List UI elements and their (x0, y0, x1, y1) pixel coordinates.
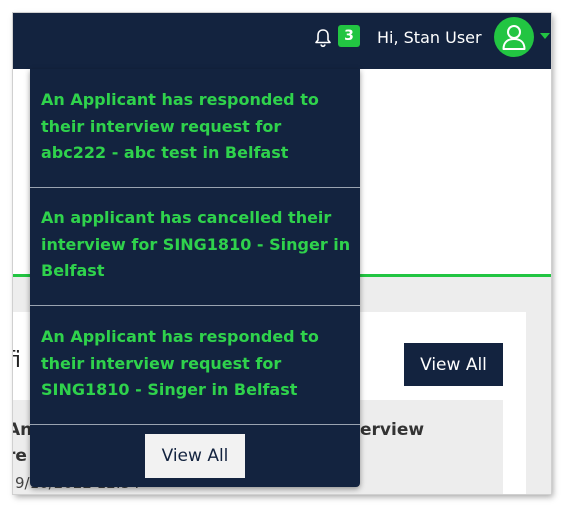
list-item-title-continued[interactable]: erview (360, 418, 424, 442)
dropdown-separator (30, 305, 360, 306)
dropdown-separator (30, 424, 360, 425)
notification-line: SING1810 - Singer in Belfast (41, 380, 298, 399)
notification-item[interactable]: An Applicant has responded to their inte… (30, 324, 360, 404)
notification-line: their interview request for (41, 116, 282, 136)
notification-line: interview for SING1810 - Singer in (41, 234, 351, 254)
user-avatar-icon (502, 25, 526, 50)
notification-item[interactable]: An applicant has cancelled their intervi… (30, 205, 360, 285)
bell-icon[interactable] (314, 28, 332, 48)
top-navbar: 3 Hi, Stan User (13, 13, 551, 69)
caret-down-icon[interactable] (540, 33, 550, 39)
notification-line: An applicant has cancelled their (41, 208, 332, 227)
dropdown-view-all-button[interactable]: View All (145, 434, 245, 478)
user-avatar[interactable] (494, 17, 534, 57)
user-greeting[interactable]: Hi, Stan User (377, 27, 482, 49)
notifications-dropdown: An Applicant has responded to their inte… (30, 69, 360, 487)
notification-line: Belfast (41, 261, 105, 280)
notification-item[interactable]: An Applicant has responded to their inte… (30, 87, 360, 167)
notification-line: An Applicant has responded to (41, 327, 319, 346)
card-view-all-button[interactable]: View All (404, 343, 503, 386)
notification-line: An Applicant has responded to (41, 90, 319, 109)
notification-line: their interview request for (41, 353, 282, 373)
notification-line: abc222 - abc test in Belfast (41, 143, 289, 162)
dropdown-separator (30, 187, 360, 188)
notification-count-badge[interactable]: 3 (338, 25, 360, 47)
app-window: 3 Hi, Stan User ifi View All An erview r… (13, 13, 551, 494)
